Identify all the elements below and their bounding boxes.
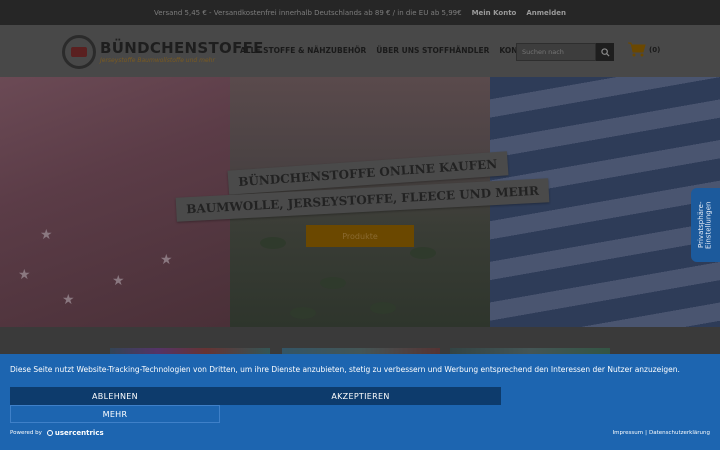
top-info-bar: Versand 5,45 € - Versandkostenfrei inner… xyxy=(0,0,720,25)
cart-count: (0) xyxy=(649,45,661,54)
usercentrics-brand: usercentrics xyxy=(54,429,104,437)
privacy-settings-label: Privatsphäre-Einstellungen xyxy=(696,201,713,249)
sewing-machine-icon xyxy=(62,35,96,69)
more-button[interactable]: MEHR xyxy=(10,405,220,423)
privacy-settings-tab[interactable]: Privatsphäre-Einstellungen xyxy=(691,188,720,262)
nav-item-all-fabrics[interactable]: ALLE STOFFE & NÄHZUBEHÖR xyxy=(240,46,366,55)
hero-slider: ★ ★ ★ ★ ★ BÜNDCHENSTOFFE ONLINE KAUFEN B… xyxy=(0,77,720,327)
cart-button[interactable]: (0) xyxy=(628,42,660,57)
search-input[interactable] xyxy=(516,43,596,61)
search-bar xyxy=(516,43,614,61)
privacy-policy-link[interactable]: Datenschutzerklärung xyxy=(649,430,710,436)
accept-button[interactable]: AKZEPTIEREN xyxy=(220,387,501,405)
site-logo[interactable]: BÜNDCHENSTOFFE Jerseystoffe Baumwollstof… xyxy=(62,35,264,69)
cart-icon xyxy=(628,42,646,57)
powered-by-label: Powered by xyxy=(10,430,42,436)
legal-links: Impressum | Datenschutzerklärung xyxy=(613,430,710,436)
decline-button[interactable]: ABLEHNEN xyxy=(10,387,220,405)
usercentrics-logo: usercentrics xyxy=(46,429,104,437)
search-button[interactable] xyxy=(596,43,614,61)
search-icon xyxy=(600,47,610,57)
nav-item-about[interactable]: ÜBER UNS STOFFHÄNDLER xyxy=(376,46,489,55)
logo-tagline: Jerseystoffe Baumwollstoffe und mehr xyxy=(100,56,215,64)
site-header: BÜNDCHENSTOFFE Jerseystoffe Baumwollstof… xyxy=(0,25,720,77)
login-link[interactable]: Anmelden xyxy=(526,9,566,17)
shipping-info: Versand 5,45 € - Versandkostenfrei inner… xyxy=(154,8,462,17)
usercentrics-icon xyxy=(46,430,53,436)
legal-separator: | xyxy=(645,430,647,436)
main-nav: ALLE STOFFE & NÄHZUBEHÖR ÜBER UNS STOFFH… xyxy=(240,46,539,55)
consent-message: Diese Seite nutzt Website-Tracking-Techn… xyxy=(10,365,680,374)
my-account-link[interactable]: Mein Konto xyxy=(472,9,517,17)
impressum-link[interactable]: Impressum xyxy=(613,430,644,436)
products-button[interactable]: Produkte xyxy=(306,225,414,247)
powered-by: Powered by usercentrics xyxy=(10,429,104,437)
